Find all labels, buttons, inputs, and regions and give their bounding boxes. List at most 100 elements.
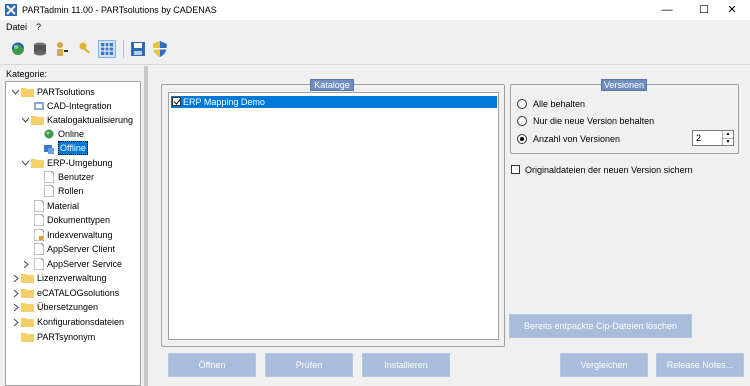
- tree-item-label: Lizenzverwaltung: [37, 273, 107, 283]
- delete-unpacked-cip-button[interactable]: Bereits entpackte Cip-Dateien löschen: [509, 314, 692, 338]
- tree-item-indexverwaltung[interactable]: Indexverwaltung: [32, 228, 140, 242]
- document-icon: [44, 171, 54, 183]
- minimize-button[interactable]: —: [649, 0, 685, 20]
- chevron-down-icon[interactable]: [22, 117, 29, 124]
- tree-item-partsolutions[interactable]: PARTsolutions: [12, 85, 140, 99]
- folder-open-icon: [21, 88, 34, 97]
- tree-item-label: AppServer Service: [47, 259, 123, 269]
- globe-refresh-icon: [44, 129, 54, 139]
- document-icon: [44, 185, 54, 197]
- tree-item-material[interactable]: Material: [32, 199, 140, 213]
- radio-version-count[interactable]: [517, 134, 527, 144]
- radio-keep-all-label[interactable]: Alle behalten: [533, 99, 585, 109]
- toolbar-separator: [123, 40, 124, 58]
- chevron-right-icon[interactable]: [12, 319, 19, 326]
- compare-button[interactable]: Vergleichen: [560, 353, 648, 377]
- radio-keep-new-label[interactable]: Nur die neue Version behalten: [533, 116, 654, 126]
- tree-item-label: AppServer Client: [47, 244, 116, 254]
- tree-item-label: Offline: [58, 141, 88, 155]
- menu-datei[interactable]: Datei: [6, 22, 27, 32]
- chevron-right-icon[interactable]: [12, 275, 19, 282]
- folder-icon: [21, 303, 34, 312]
- spin-down-icon[interactable]: ▼: [722, 138, 733, 145]
- category-tree[interactable]: PARTsolutions CAD-Integration Katalogakt…: [5, 81, 141, 386]
- tree-item-lizenzverwaltung[interactable]: Lizenzverwaltung: [12, 271, 140, 285]
- tree-item-appserver-service[interactable]: AppServer Service: [22, 257, 140, 271]
- tree-item-label: Indexverwaltung: [47, 230, 113, 240]
- radio-version-count-label[interactable]: Anzahl von Versionen: [533, 134, 620, 144]
- catalog-checkbox[interactable]: [172, 97, 181, 106]
- document-icon: [34, 258, 44, 270]
- catalog-item-label: ERP Mapping Demo: [183, 97, 265, 107]
- tree-item-ecatalogsolutions[interactable]: eCATALOGsolutions: [12, 286, 140, 300]
- backup-original-label[interactable]: Originaldateien der neuen Version sicher…: [525, 165, 693, 175]
- catalog-list[interactable]: ERP Mapping Demo: [168, 92, 499, 340]
- chevron-right-icon[interactable]: [22, 261, 29, 268]
- check-button[interactable]: Prüfen: [265, 353, 353, 377]
- menu-bar: Datei ?: [0, 20, 750, 35]
- tree-item-cad-integration[interactable]: CAD-Integration: [32, 99, 140, 113]
- tree-item-katalogaktualisierung[interactable]: Katalogaktualisierung: [22, 113, 140, 127]
- tree-item-label: PARTsolutions: [37, 87, 95, 97]
- tree-item-benutzer[interactable]: Benutzer: [44, 170, 140, 184]
- kataloge-group-title: Kataloge: [310, 79, 354, 91]
- tree-item-label: Konfigurationsdateien: [37, 317, 125, 327]
- tree-item-label: Material: [47, 201, 80, 211]
- chevron-right-icon[interactable]: [12, 304, 19, 311]
- document-icon: [34, 214, 44, 226]
- tree-item-uebersetzungen[interactable]: Übersetzungen: [12, 300, 140, 314]
- spin-up-icon[interactable]: ▲: [722, 131, 733, 138]
- document-icon: [34, 243, 44, 255]
- category-label: Kategorie:: [6, 69, 48, 79]
- versionen-group-title: Versionen: [601, 79, 647, 91]
- tree-item-rollen[interactable]: Rollen: [44, 184, 140, 198]
- keys-icon[interactable]: [77, 40, 95, 58]
- tree-item-label: CAD-Integration: [47, 101, 112, 111]
- radio-keep-all[interactable]: [517, 99, 527, 109]
- app-icon: [5, 4, 17, 16]
- tree-item-label: Rollen: [58, 186, 84, 196]
- backup-original-checkbox[interactable]: [511, 165, 520, 174]
- folder-open-icon: [31, 116, 44, 125]
- close-button[interactable]: ✕: [714, 0, 750, 20]
- tree-item-offline[interactable]: Offline: [44, 141, 140, 155]
- version-count-value[interactable]: 2: [696, 133, 701, 143]
- toolbar: [0, 35, 750, 65]
- offline-catalog-icon: [44, 145, 54, 154]
- index-icon: [34, 229, 44, 241]
- version-count-stepper[interactable]: 2 ▲ ▼: [692, 130, 734, 146]
- tree-item-label: Übersetzungen: [37, 302, 99, 312]
- folder-open-icon: [31, 159, 44, 168]
- title-bar: PARTadmin 11.00 - PARTsolutions by CADEN…: [0, 0, 750, 20]
- open-button[interactable]: Öffnen: [168, 353, 256, 377]
- folder-icon: [21, 333, 34, 342]
- database-icon[interactable]: [31, 40, 49, 58]
- tree-item-label: eCATALOGsolutions: [37, 288, 120, 298]
- tree-item-appserver-client[interactable]: AppServer Client: [32, 242, 140, 256]
- shield-icon[interactable]: [151, 40, 169, 58]
- radio-keep-new[interactable]: [517, 116, 527, 126]
- chevron-right-icon[interactable]: [12, 290, 19, 297]
- user-key-icon[interactable]: [53, 40, 71, 58]
- tree-item-label: Dokumenttypen: [47, 215, 111, 225]
- folder-icon: [21, 318, 34, 327]
- tree-item-label: Katalogaktualisierung: [47, 115, 134, 125]
- settings-grid-button[interactable]: [98, 40, 116, 58]
- document-icon: [34, 200, 44, 212]
- release-notes-button[interactable]: Release Notes...: [656, 353, 744, 377]
- tree-item-online[interactable]: Online: [44, 127, 140, 141]
- tree-item-dokumenttypen[interactable]: Dokumenttypen: [32, 213, 140, 227]
- tree-item-konfigurationsdateien[interactable]: Konfigurationsdateien: [12, 315, 140, 329]
- tree-item-label: Online: [58, 129, 85, 139]
- list-item[interactable]: ERP Mapping Demo: [171, 96, 497, 108]
- save-icon[interactable]: [129, 40, 147, 58]
- chevron-down-icon[interactable]: [22, 160, 29, 167]
- panel-splitter[interactable]: [144, 66, 148, 386]
- tree-item-label: PARTsynonym: [37, 332, 96, 342]
- tree-item-partsynonym[interactable]: PARTsynonym: [12, 330, 140, 344]
- menu-help[interactable]: ?: [36, 22, 41, 32]
- refresh-globe-icon[interactable]: [9, 40, 27, 58]
- chevron-down-icon[interactable]: [12, 89, 19, 96]
- install-button[interactable]: Installieren: [362, 353, 450, 377]
- tree-item-erp-umgebung[interactable]: ERP-Umgebung: [22, 156, 140, 170]
